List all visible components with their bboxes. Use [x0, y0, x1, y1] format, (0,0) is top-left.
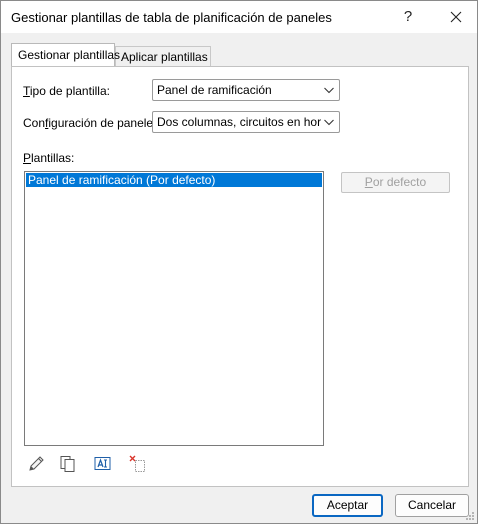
- ok-button[interactable]: Aceptar: [312, 494, 383, 517]
- templates-listbox[interactable]: Panel de ramificación (Por defecto): [24, 171, 324, 446]
- rename-icon: [94, 457, 111, 470]
- tab-manage-templates[interactable]: Gestionar plantillas: [11, 43, 120, 66]
- tab-panel: Tipo de plantilla: Panel de ramificación…: [11, 66, 469, 487]
- resize-grip-icon[interactable]: [465, 511, 475, 521]
- tab-apply-templates[interactable]: Aplicar plantillas: [115, 46, 211, 66]
- duplicate-button[interactable]: [58, 454, 78, 474]
- dialog-window: Gestionar plantillas de tabla de planifi…: [0, 0, 478, 524]
- panel-config-label: Configuración de paneles:: [23, 116, 163, 130]
- dialog-title: Gestionar plantillas de tabla de planifi…: [11, 10, 332, 25]
- edit-button[interactable]: [26, 454, 46, 474]
- cancel-button[interactable]: Cancelar: [395, 494, 469, 517]
- help-button[interactable]: ?: [386, 1, 430, 33]
- pencil-edit-icon: [29, 456, 44, 471]
- set-default-button[interactable]: Por defecto: [341, 172, 450, 193]
- rename-button[interactable]: [93, 454, 113, 474]
- templates-label: Plantillas:: [23, 151, 75, 165]
- chevron-down-icon: [324, 87, 334, 94]
- duplicate-icon: [60, 456, 75, 472]
- title-bar: Gestionar plantillas de tabla de planifi…: [1, 1, 477, 33]
- template-type-select[interactable]: Panel de ramificación: [152, 79, 340, 101]
- close-icon: [450, 11, 462, 23]
- panel-config-select[interactable]: Dos columnas, circuitos en horizon: [152, 111, 340, 133]
- panel-config-value: Dos columnas, circuitos en horizon: [157, 115, 321, 129]
- template-type-value: Panel de ramificación: [157, 83, 272, 97]
- chevron-down-icon: [324, 119, 334, 126]
- template-type-label: Tipo de plantilla:: [23, 84, 110, 98]
- list-item[interactable]: Panel de ramificación (Por defecto): [26, 173, 322, 187]
- delete-button[interactable]: [128, 454, 148, 474]
- close-button[interactable]: [434, 1, 478, 33]
- delete-icon: [129, 455, 145, 472]
